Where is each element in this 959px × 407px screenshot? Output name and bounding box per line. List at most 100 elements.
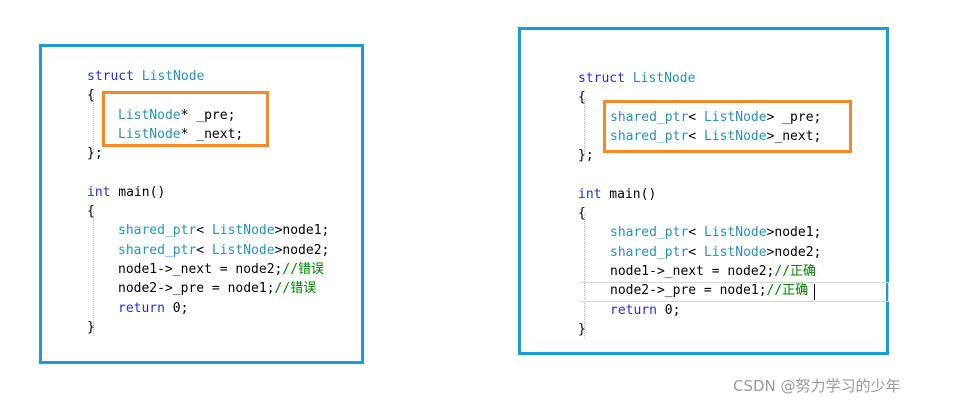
code-line: { — [521, 204, 886, 223]
code-line: { — [521, 88, 886, 107]
code-text: return 0; — [118, 299, 188, 318]
code-token: >node2; — [274, 242, 330, 258]
code-token: //正确 — [774, 264, 817, 279]
code-text: { — [578, 204, 586, 223]
code-token: ListNode — [703, 109, 767, 125]
code-text: { — [87, 202, 95, 221]
code-token: * _pre; — [180, 107, 236, 123]
code-token: shared_ptr — [610, 128, 689, 144]
code-line: shared_ptr< ListNode> _pre; — [521, 108, 886, 127]
code-token: ListNode — [211, 223, 275, 239]
code-text: ListNode* _next; — [118, 125, 243, 144]
code-text: shared_ptr< ListNode>node2; — [118, 241, 329, 260]
code-token: < — [688, 128, 704, 144]
code-token: >node1; — [274, 223, 330, 239]
code-token: //错误 — [274, 281, 317, 297]
code-token: { — [578, 90, 586, 106]
code-token: 0; — [164, 300, 189, 316]
code-token: < — [688, 244, 704, 260]
code-line: }; — [521, 146, 886, 165]
code-token: >node1; — [766, 225, 822, 241]
code-token: { — [87, 88, 95, 104]
code-token: //错误 — [282, 262, 325, 277]
code-text: { — [87, 86, 95, 105]
code-text: ListNode* _pre; — [118, 106, 235, 125]
code-line: node1->_next = node2;//正确 — [521, 262, 886, 281]
code-token: { — [578, 206, 586, 222]
code-token: shared_ptr — [118, 242, 197, 258]
code-line: }; — [42, 144, 361, 163]
code-token: shared_ptr — [610, 109, 689, 125]
code-text: { — [578, 88, 586, 107]
code-text: shared_ptr< ListNode>node2; — [610, 243, 821, 262]
code-token: node2->_pre = node1; — [118, 281, 275, 297]
code-text: struct ListNode — [578, 69, 695, 88]
code-token: shared_ptr — [610, 225, 689, 241]
code-token: ListNode — [703, 128, 767, 144]
code-text: int main() — [578, 185, 656, 204]
code-text: node1->_next = node2;//错误 — [118, 260, 324, 279]
code-text: }; — [578, 146, 594, 165]
code-token: int — [87, 184, 111, 200]
code-line: ListNode* _next; — [42, 125, 361, 144]
code-token: { — [87, 204, 95, 220]
code-panel-left: struct ListNode{ListNode* _pre; ListNode*… — [39, 44, 364, 364]
code-line: int main() — [521, 185, 886, 204]
code-line: shared_ptr< ListNode>node2; — [521, 243, 886, 262]
code-token: node1->_next = node2; — [610, 264, 775, 279]
code-text: node2->_pre = node1;//正确 — [610, 281, 808, 300]
code-line: struct ListNode — [42, 67, 361, 86]
code-token: < — [196, 223, 212, 239]
code-token: int — [578, 186, 602, 202]
code-token: }; — [578, 148, 594, 164]
code-line: ListNode* _pre; — [42, 106, 361, 125]
code-line: { — [42, 86, 361, 105]
code-token: }; — [87, 146, 103, 162]
code-line: node2->_pre = node1;//正确 — [521, 281, 886, 300]
code-text: node1->_next = node2;//正确 — [610, 262, 816, 281]
code-token: < — [688, 225, 704, 241]
code-line: { — [42, 202, 361, 221]
code-token: } — [578, 321, 586, 337]
code-line: shared_ptr< ListNode>node2; — [42, 241, 361, 260]
code-line: node2->_pre = node1;//错误 — [42, 279, 361, 298]
code-token: shared_ptr — [118, 223, 197, 239]
code-token: node1->_next = node2; — [118, 262, 283, 277]
code-line: } — [521, 320, 886, 339]
code-token: node2->_pre = node1; — [610, 283, 767, 299]
code-line: } — [42, 318, 361, 337]
code-token: ListNode — [211, 242, 275, 258]
code-token: * _next; — [180, 126, 244, 142]
code-line: return 0; — [42, 299, 361, 318]
code-token: main() — [110, 184, 166, 200]
code-token: ListNode — [118, 126, 181, 142]
code-token: ListNode — [703, 244, 767, 260]
code-text: }; — [87, 144, 103, 163]
code-token: >node2; — [766, 244, 822, 260]
code-text: shared_ptr< ListNode>node1; — [118, 221, 329, 240]
code-panel-right: struct ListNode{shared_ptr< ListNode> _p… — [518, 27, 889, 355]
code-token: ListNode — [703, 225, 767, 241]
code-text: shared_ptr< ListNode>_next; — [610, 127, 821, 146]
code-line: shared_ptr< ListNode>_next; — [521, 127, 886, 146]
code-text: node2->_pre = node1;//错误 — [118, 279, 316, 298]
code-text: struct ListNode — [87, 67, 204, 86]
code-line: shared_ptr< ListNode>node1; — [42, 221, 361, 240]
code-token: struct — [87, 69, 134, 84]
code-token: return — [610, 302, 657, 318]
code-token: < — [196, 242, 212, 258]
code-line: return 0; — [521, 301, 886, 320]
code-token: } — [87, 319, 95, 335]
code-line: struct ListNode — [521, 69, 886, 88]
code-token: main() — [601, 186, 657, 202]
code-token: > _pre; — [766, 109, 822, 125]
code-token: ListNode — [118, 107, 181, 123]
code-text: } — [578, 320, 586, 339]
code-text: shared_ptr< ListNode> _pre; — [610, 108, 821, 127]
code-token: 0; — [656, 302, 681, 318]
code-token: ListNode — [141, 69, 205, 84]
